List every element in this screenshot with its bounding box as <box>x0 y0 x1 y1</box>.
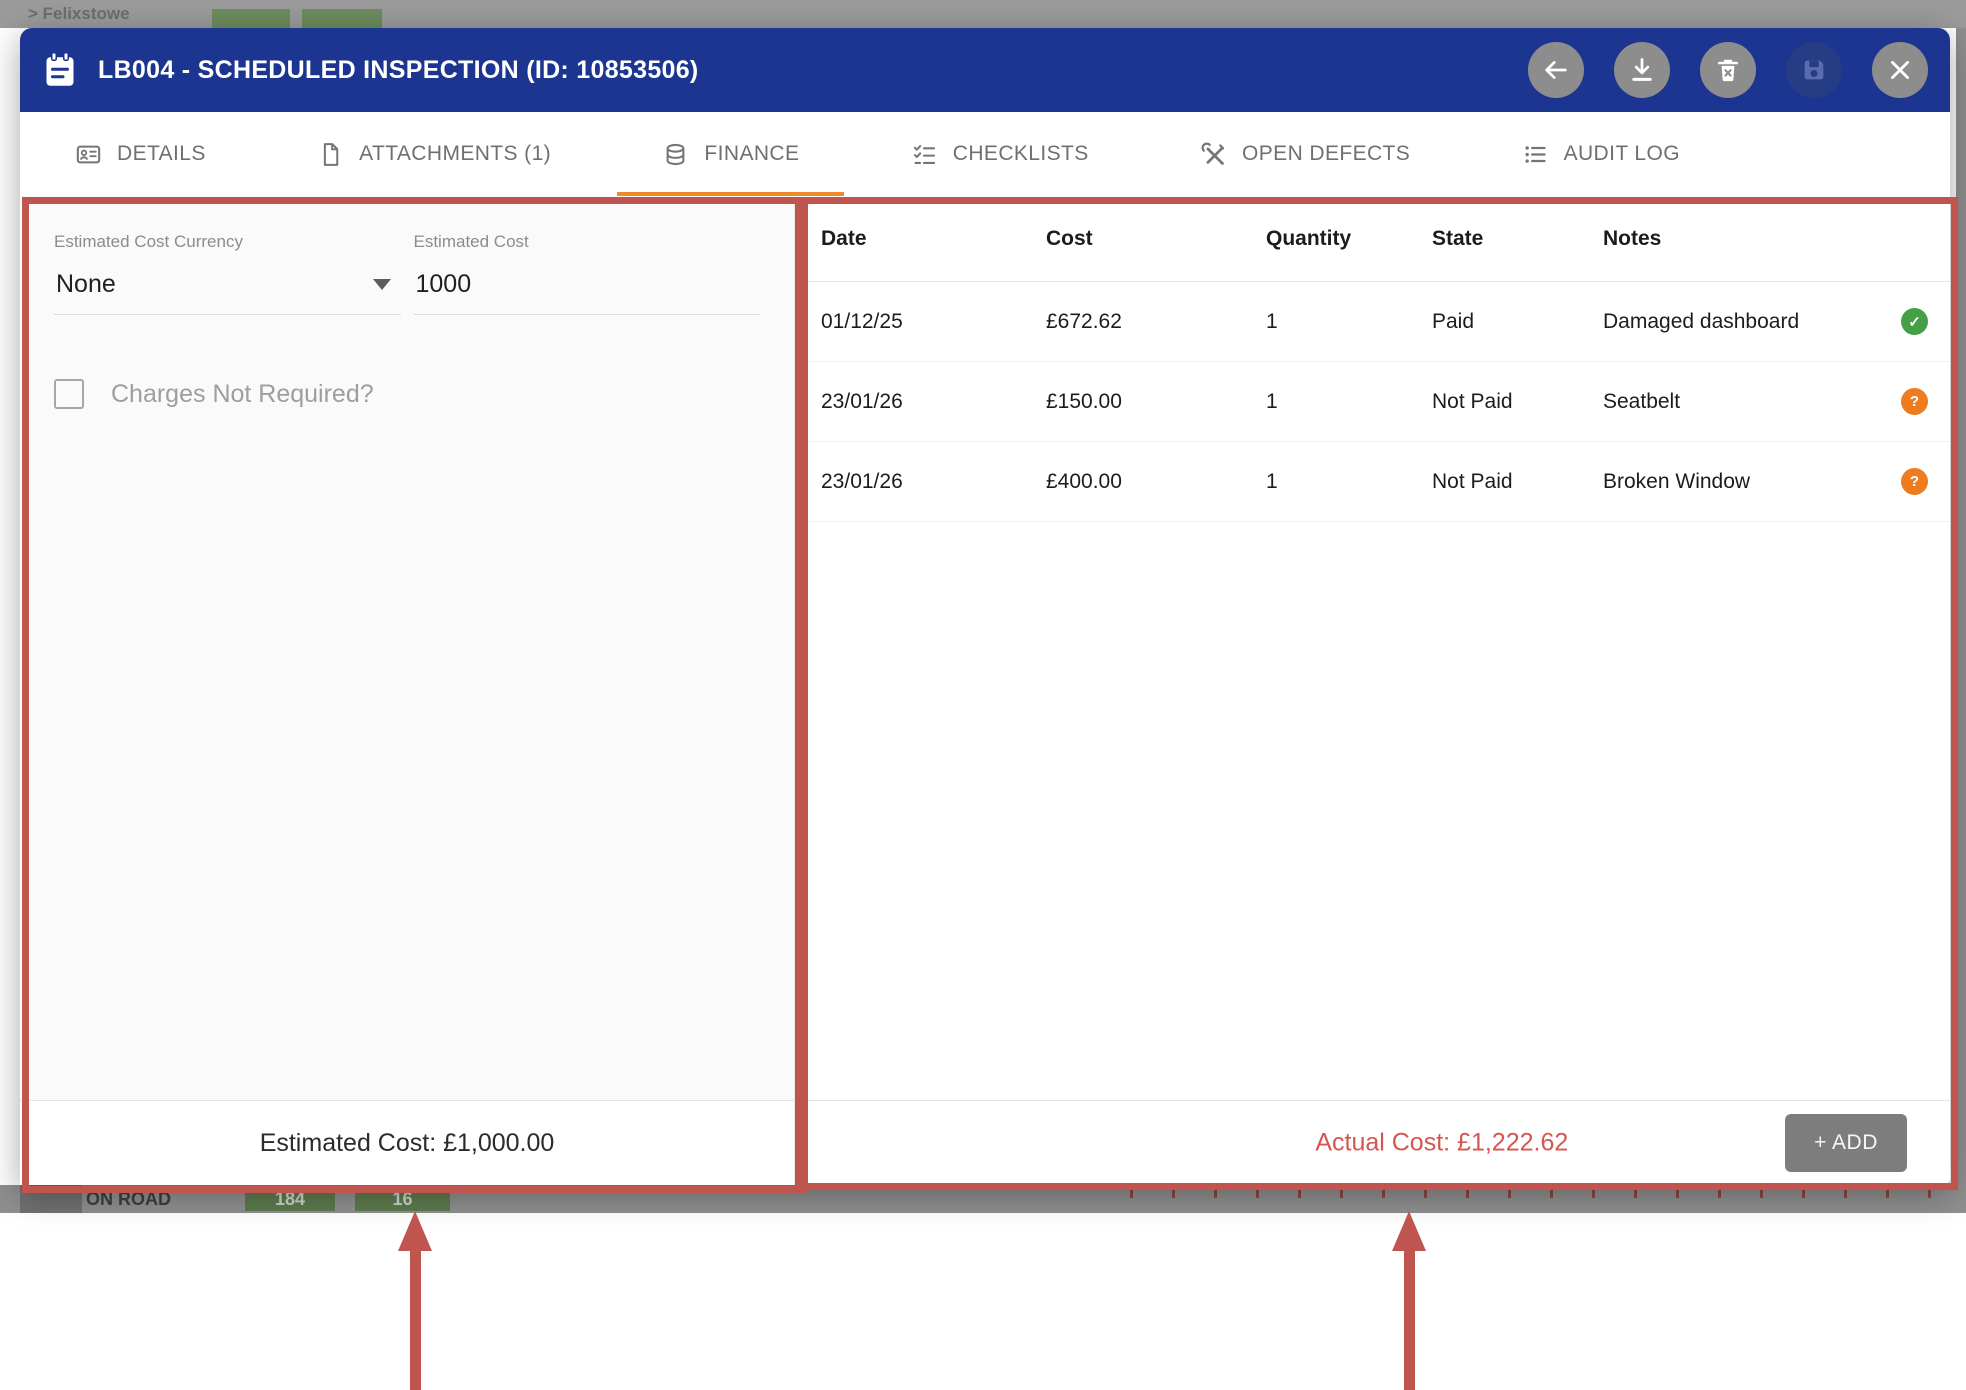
cost-table: Date Cost Quantity State Notes 01/12/25 … <box>795 196 1950 1100</box>
background-tick-marks <box>1130 1185 1950 1198</box>
count-badge: 16 <box>355 1187 450 1211</box>
not-paid-status-icon[interactable]: ? <box>1901 388 1928 415</box>
estimated-cost-field-label: Estimated Cost <box>414 232 761 252</box>
tab-open-defects[interactable]: OPEN DEFECTS <box>1200 112 1410 196</box>
cell-cost: £150.00 <box>1046 390 1266 414</box>
column-header-date: Date <box>821 227 1046 251</box>
cell-date: 23/01/26 <box>821 390 1046 414</box>
tab-label: ATTACHMENTS (1) <box>359 142 551 166</box>
currency-field-label: Estimated Cost Currency <box>54 232 401 252</box>
charges-not-required-label: Charges Not Required? <box>111 380 374 409</box>
cost-table-header: Date Cost Quantity State Notes <box>795 196 1950 282</box>
background-green-bar <box>212 9 290 28</box>
column-header-quantity: Quantity <box>1266 227 1432 251</box>
cell-state: Paid <box>1432 310 1603 334</box>
header-actions <box>1528 42 1928 98</box>
checklist-icon <box>911 141 938 168</box>
count-badge: 184 <box>245 1187 335 1211</box>
estimated-cost-panel: Estimated Cost Currency None Estimated C… <box>20 196 795 1185</box>
background-bottom-strip: ON ROAD 184 16 <box>0 1185 1966 1213</box>
table-row[interactable]: 23/01/26 £400.00 1 Not Paid Broken Windo… <box>795 442 1950 522</box>
cell-date: 23/01/26 <box>821 470 1046 494</box>
actual-cost-footer: Actual Cost: £1,222.62 + ADD <box>795 1100 1950 1185</box>
cell-quantity: 1 <box>1266 470 1432 494</box>
tab-checklists[interactable]: CHECKLISTS <box>911 112 1089 196</box>
charges-not-required-checkbox[interactable] <box>54 379 84 409</box>
estimated-cost-summary: Estimated Cost: £1,000.00 <box>260 1129 555 1158</box>
chevron-down-icon <box>373 279 391 290</box>
cell-quantity: 1 <box>1266 310 1432 334</box>
cell-state: Not Paid <box>1432 470 1603 494</box>
download-button[interactable] <box>1614 42 1670 98</box>
inspection-clipboard-icon <box>42 50 78 90</box>
not-paid-status-icon[interactable]: ? <box>1901 468 1928 495</box>
background-cell <box>20 1185 82 1213</box>
inspection-modal: LB004 - SCHEDULED INSPECTION (ID: 108535… <box>20 28 1950 1185</box>
currency-field: Estimated Cost Currency None <box>54 232 401 315</box>
charges-not-required-row: Charges Not Required? <box>54 379 760 409</box>
tab-label: OPEN DEFECTS <box>1242 142 1410 166</box>
id-card-icon <box>75 141 102 168</box>
column-header-cost: Cost <box>1046 227 1266 251</box>
tab-label: AUDIT LOG <box>1564 142 1680 166</box>
tab-label: FINANCE <box>704 142 799 166</box>
cell-cost: £672.62 <box>1046 310 1266 334</box>
finance-tab-content: Estimated Cost Currency None Estimated C… <box>20 196 1950 1185</box>
annotation-arrow-right <box>1391 1211 1427 1390</box>
modal-title: LB004 - SCHEDULED INSPECTION (ID: 108535… <box>98 56 699 85</box>
actual-cost-summary: Actual Cost: £1,222.62 <box>1315 1129 1568 1158</box>
save-button[interactable] <box>1786 42 1842 98</box>
table-row[interactable]: 01/12/25 £672.62 1 Paid Damaged dashboar… <box>795 282 1950 362</box>
tab-details[interactable]: DETAILS <box>75 112 206 196</box>
estimated-cost-form: Estimated Cost Currency None Estimated C… <box>20 196 794 1100</box>
actual-cost-panel: Date Cost Quantity State Notes 01/12/25 … <box>795 196 1950 1185</box>
estimated-cost-input[interactable] <box>414 265 761 315</box>
paid-status-icon[interactable]: ✓ <box>1901 308 1928 335</box>
crossed-tools-icon <box>1200 141 1227 168</box>
tab-bar: DETAILS ATTACHMENTS (1) FINANCE CHECKL <box>20 112 1950 196</box>
tab-audit-log[interactable]: AUDIT LOG <box>1522 112 1680 196</box>
tab-label: CHECKLISTS <box>953 142 1089 166</box>
back-arrow-icon <box>1542 56 1570 84</box>
cell-quantity: 1 <box>1266 390 1432 414</box>
table-row[interactable]: 23/01/26 £150.00 1 Not Paid Seatbelt ? <box>795 362 1950 442</box>
close-button[interactable] <box>1872 42 1928 98</box>
cell-notes: Damaged dashboard <box>1603 310 1864 334</box>
modal-header: LB004 - SCHEDULED INSPECTION (ID: 108535… <box>20 28 1950 112</box>
coins-icon <box>662 141 689 168</box>
save-floppy-icon <box>1800 56 1828 84</box>
cell-notes: Seatbelt <box>1603 390 1864 414</box>
cell-notes: Broken Window <box>1603 470 1864 494</box>
column-header-state: State <box>1432 227 1603 251</box>
currency-select-value: None <box>56 270 116 299</box>
download-icon <box>1628 56 1656 84</box>
back-button[interactable] <box>1528 42 1584 98</box>
cell-date: 01/12/25 <box>821 310 1046 334</box>
tab-finance[interactable]: FINANCE <box>662 112 799 196</box>
column-header-notes: Notes <box>1603 227 1864 251</box>
estimated-cost-footer: Estimated Cost: £1,000.00 <box>20 1100 794 1185</box>
list-icon <box>1522 141 1549 168</box>
annotation-arrow-left <box>397 1211 433 1390</box>
tab-label: DETAILS <box>117 142 206 166</box>
add-cost-button[interactable]: + ADD <box>1785 1114 1907 1172</box>
on-road-label: ON ROAD <box>86 1185 171 1213</box>
breadcrumb: > Felixstowe <box>28 0 130 28</box>
cell-state: Not Paid <box>1432 390 1603 414</box>
background-green-bar <box>302 9 382 28</box>
file-icon <box>317 141 344 168</box>
delete-button[interactable] <box>1700 42 1756 98</box>
close-x-icon <box>1886 56 1914 84</box>
currency-select[interactable]: None <box>54 265 401 315</box>
cell-cost: £400.00 <box>1046 470 1266 494</box>
background-top-strip: > Felixstowe <box>0 0 1966 28</box>
delete-trash-icon <box>1714 56 1742 84</box>
tab-attachments[interactable]: ATTACHMENTS (1) <box>317 112 551 196</box>
background-right-edge <box>1956 28 1966 1213</box>
estimated-cost-field: Estimated Cost <box>414 232 761 315</box>
